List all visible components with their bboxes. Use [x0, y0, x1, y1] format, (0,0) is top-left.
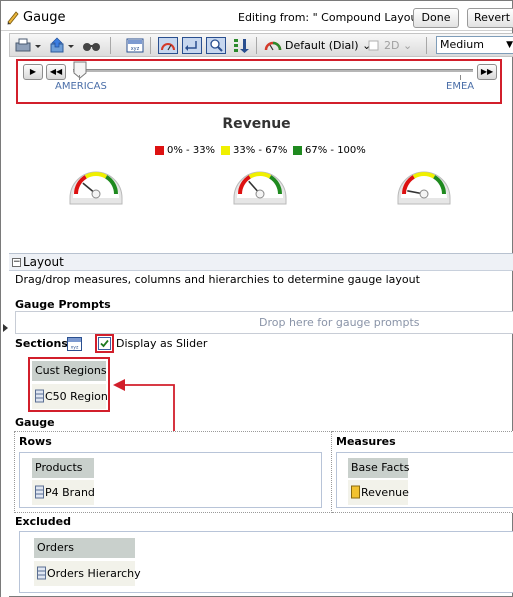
- gauge-type-dropdown[interactable]: Default (Dial) ⌄: [285, 39, 371, 52]
- gauge-dial: [397, 171, 451, 205]
- svg-text:xyz: xyz: [131, 46, 140, 52]
- legend-label: 33% - 67%: [233, 145, 288, 156]
- print-icon[interactable]: [14, 37, 44, 54]
- hierarchy-icon: [35, 389, 44, 403]
- gauge-icon[interactable]: [158, 37, 178, 54]
- hierarchy-item-label: C50 Region: [45, 390, 108, 403]
- slider-start-label: AMERICAS: [55, 81, 107, 92]
- gauge-editor-window: Gauge Editing from: " Compound Layout" D…: [0, 0, 513, 597]
- gauge-hub: [91, 189, 101, 199]
- toolbar-separator: [150, 37, 151, 54]
- dial-icon[interactable]: [264, 37, 282, 54]
- toolbar-separator: [110, 37, 111, 54]
- sort-icon[interactable]: [232, 37, 250, 54]
- hierarchy-item-label: P4 Brand: [45, 486, 95, 499]
- gauge-dial: [69, 171, 123, 205]
- column-header-products[interactable]: Products: [32, 458, 94, 478]
- gauge-hub: [419, 189, 429, 199]
- legend-swatch-green: [293, 146, 302, 155]
- gauge-dial: [233, 171, 287, 205]
- hierarchy-icon: [35, 485, 44, 499]
- layout-title: Layout: [23, 255, 64, 269]
- fast-forward-button[interactable]: ▶▶: [477, 64, 497, 80]
- legend-label: 67% - 100%: [305, 145, 366, 156]
- 2d-icon: [368, 40, 379, 51]
- hierarchy-item-orders-hierarchy[interactable]: Orders Hierarchy: [34, 561, 141, 586]
- gauge-heading: Gauge: [15, 416, 55, 429]
- slider-end-label: EMEA: [446, 81, 475, 92]
- hierarchy-item-p4-brand[interactable]: P4 Brand: [32, 480, 95, 505]
- 2d-value: 2D: [384, 39, 400, 52]
- collapse-toggle-icon[interactable]: −: [12, 258, 21, 267]
- excluded-heading: Excluded: [15, 515, 71, 528]
- fast-forward-icon: ▶▶: [480, 67, 494, 76]
- svg-text:xyz: xyz: [71, 346, 79, 351]
- column-header-base-facts[interactable]: Base Facts: [348, 458, 409, 478]
- section-properties-icon[interactable]: xyz: [67, 337, 82, 351]
- measure-icon: [351, 485, 360, 499]
- gauge-type-value: Default (Dial): [285, 39, 359, 52]
- slider-tick: [79, 75, 80, 80]
- checkmark-icon: [100, 339, 109, 348]
- slider-track[interactable]: [73, 69, 473, 72]
- gauge-size-select[interactable]: Medium ▼: [436, 36, 513, 54]
- chevron-down-icon: ⌄: [402, 39, 413, 52]
- editor-header: Gauge Editing from: " Compound Layout" D…: [1, 1, 513, 31]
- measure-item-label: Revenue: [361, 486, 409, 499]
- pencil-icon: [7, 11, 19, 25]
- section-slider: ▶ ◀◀ AMERICAS EMEA ▶▶: [16, 59, 502, 104]
- gauge-size-value: Medium: [440, 38, 484, 51]
- legend-swatch-yellow: [221, 146, 230, 155]
- xyz-icon[interactable]: xyz: [126, 37, 144, 54]
- column-header-orders[interactable]: Orders: [34, 538, 135, 558]
- chevron-down-icon: ▼: [506, 40, 513, 50]
- view-title: Gauge: [23, 10, 66, 25]
- sections-heading: Sections: [15, 337, 68, 350]
- rows-heading: Rows: [19, 435, 52, 448]
- gauge-hub: [255, 189, 265, 199]
- play-button[interactable]: ▶: [23, 64, 43, 80]
- legend-swatch-red: [155, 146, 164, 155]
- revert-button[interactable]: Revert: [467, 8, 513, 28]
- return-icon[interactable]: [182, 37, 202, 54]
- display-as-slider-label: Display as Slider: [116, 337, 208, 350]
- rewind-icon: ◀◀: [49, 67, 63, 76]
- editing-from-label: Editing from: " Compound Layout": [238, 11, 427, 24]
- hierarchy-item-label: Orders Hierarchy: [47, 567, 141, 580]
- hierarchy-icon: [37, 566, 46, 580]
- layout-panel-header[interactable]: − Layout: [9, 253, 513, 271]
- zoom-icon[interactable]: [206, 37, 226, 54]
- toolbar-separator: [426, 37, 427, 54]
- measures-heading: Measures: [336, 435, 396, 448]
- collapse-arrow-icon[interactable]: [3, 321, 8, 335]
- left-gutter: [1, 253, 9, 597]
- toolbar: xyz Default (Dial) ⌄ 2D ⌄ Medium ▼: [9, 33, 513, 57]
- slider-thumb[interactable]: [73, 61, 87, 79]
- export-icon[interactable]: [48, 37, 78, 54]
- display-as-slider-checkbox[interactable]: [98, 337, 111, 350]
- slider-tick: [460, 75, 461, 80]
- layout-instructions: Drag/drop measures, columns and hierarch…: [15, 273, 420, 286]
- 2d-dropdown[interactable]: 2D ⌄: [384, 39, 412, 52]
- column-header-cust-regions[interactable]: Cust Regions: [32, 361, 107, 381]
- gauge-prompts-drop-zone[interactable]: Drop here for gauge prompts: [15, 311, 513, 334]
- measure-item-revenue[interactable]: Revenue: [348, 480, 409, 505]
- chart-title: Revenue: [222, 116, 291, 132]
- gauge-prompts-heading: Gauge Prompts: [15, 298, 111, 311]
- done-button[interactable]: Done: [413, 8, 459, 28]
- step-back-button[interactable]: ◀◀: [46, 64, 66, 80]
- play-icon: ▶: [29, 67, 37, 76]
- toolbar-separator: [256, 37, 257, 54]
- legend-label: 0% - 33%: [167, 145, 216, 156]
- hierarchy-item-c50-region[interactable]: C50 Region: [32, 384, 108, 409]
- view-icon[interactable]: [82, 37, 102, 54]
